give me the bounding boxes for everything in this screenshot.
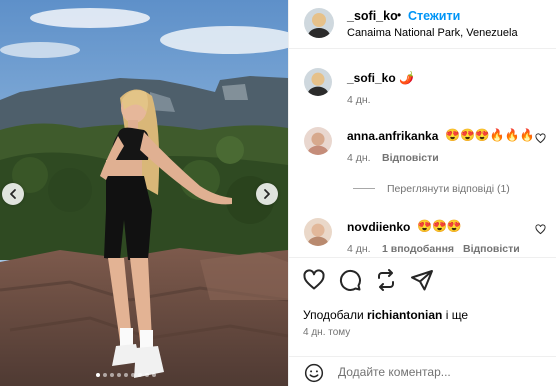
reply-button[interactable]: Відповісти — [382, 152, 439, 164]
chevron-right-icon — [264, 189, 270, 199]
repost-button[interactable] — [374, 268, 398, 292]
comment-likes-count[interactable]: 1 вподобання — [382, 243, 454, 255]
comment-composer — [289, 356, 556, 387]
caption-author-avatar[interactable] — [304, 68, 332, 96]
carousel-dot — [131, 373, 135, 377]
carousel-dot — [96, 373, 100, 377]
carousel-dot — [145, 373, 149, 377]
comment-icon — [339, 269, 361, 291]
actions-divider — [289, 257, 556, 259]
comment-like-icon[interactable] — [535, 224, 546, 235]
post-header: _sofi_ko • Стежити Canaima National Park… — [289, 0, 556, 49]
comment-avatar[interactable] — [304, 127, 332, 155]
separator-dot: • — [397, 8, 402, 22]
carousel-prev-button[interactable] — [2, 183, 24, 205]
replies-divider — [353, 188, 375, 189]
comment-username[interactable]: novdiienko — [347, 220, 410, 234]
view-replies-button[interactable]: Переглянути відповіді (1) — [387, 183, 510, 195]
carousel-dots — [96, 373, 156, 377]
caption-avatar-image — [304, 68, 332, 96]
likes-prefix: Уподобали — [303, 308, 364, 322]
send-icon — [411, 270, 433, 291]
carousel-dot — [110, 373, 114, 377]
caption-username[interactable]: _sofi_ko — [347, 71, 396, 85]
post-dialog: _sofi_ko • Стежити Canaima National Park… — [0, 0, 556, 386]
reply-button[interactable]: Відповісти — [463, 243, 520, 255]
author-avatar[interactable] — [304, 8, 334, 38]
author-username[interactable]: _sofi_ko — [347, 9, 398, 23]
follow-button[interactable]: Стежити — [408, 9, 460, 23]
comment-age: 4 дн. — [347, 152, 371, 164]
emoji-icon[interactable] — [304, 363, 324, 383]
comment-input[interactable] — [338, 362, 538, 382]
carousel-dot — [152, 373, 156, 377]
comment-username[interactable]: anna.anfrikanka — [347, 129, 438, 143]
likes-summary: Уподобали richiantonian і ще — [303, 308, 468, 322]
author-avatar-image — [304, 8, 334, 38]
share-repost-icon — [378, 269, 394, 291]
carousel-dot — [103, 373, 107, 377]
carousel-dot — [117, 373, 121, 377]
post-media — [0, 0, 288, 386]
send-button[interactable] — [410, 268, 434, 292]
comment-avatar-image — [304, 127, 332, 155]
comment-avatar-image — [304, 218, 332, 246]
carousel-dot — [124, 373, 128, 377]
caption-age: 4 дн. — [347, 94, 371, 106]
caption-text: 🌶️ — [399, 71, 414, 85]
post-location[interactable]: Canaima National Park, Venezuela — [347, 27, 518, 39]
carousel-next-button[interactable] — [256, 183, 278, 205]
likes-more-link[interactable]: і ще — [446, 308, 468, 322]
post-timestamp: 4 дн. тому — [303, 327, 351, 338]
likes-user-link[interactable]: richiantonian — [367, 308, 442, 322]
like-button[interactable] — [302, 268, 326, 292]
comment-button[interactable] — [338, 268, 362, 292]
comment-text: 😍😍😍🔥🔥🔥 — [445, 128, 535, 142]
carousel-dot — [138, 373, 142, 377]
comment-age: 4 дн. — [347, 243, 371, 255]
comment-avatar[interactable] — [304, 218, 332, 246]
comment-text: 😍😍😍 — [417, 219, 462, 233]
heart-icon — [303, 269, 325, 290]
chevron-left-icon — [10, 189, 16, 199]
post-photo — [0, 0, 288, 386]
comment-like-icon[interactable] — [535, 133, 546, 144]
